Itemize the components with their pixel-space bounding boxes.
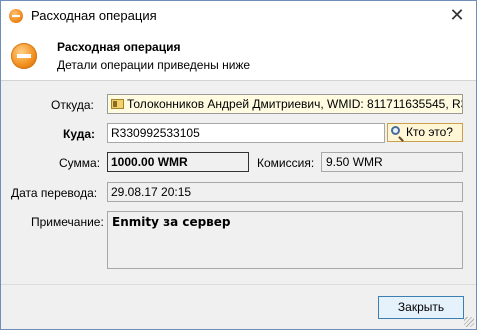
header-subtitle: Детали операции приведены ниже <box>57 58 251 72</box>
from-field[interactable]: Толоконников Андрей Дмитриевич, WMID: 81… <box>107 94 463 114</box>
date-label: Дата перевода: <box>11 186 98 200</box>
date-value: 29.08.17 20:15 <box>111 185 192 199</box>
dialog-window: Расходная операция ✕ Расходная операция … <box>0 0 477 330</box>
who-is-this-label: Кто это? <box>406 125 453 139</box>
title-bar: Расходная операция ✕ <box>1 1 476 30</box>
amount-value: 1000.00 WMR <box>111 155 188 169</box>
note-value: Enmity за сервер <box>112 215 231 229</box>
resize-grip-icon[interactable] <box>464 317 474 327</box>
close-icon[interactable]: ✕ <box>446 4 468 26</box>
note-field: Enmity за сервер <box>107 211 463 269</box>
magnifier-icon <box>391 126 400 135</box>
from-label: Откуда: <box>51 98 94 112</box>
fee-field: 9.50 WMR <box>321 152 463 172</box>
amount-field: 1000.00 WMR <box>107 152 249 172</box>
from-value: Толоконников Андрей Дмитриевич, WMID: 81… <box>127 97 463 111</box>
minus-circle-icon <box>11 43 37 69</box>
fee-value: 9.50 WMR <box>326 155 383 169</box>
to-value: R330992533105 <box>111 126 200 140</box>
who-is-this-button[interactable]: Кто это? <box>387 123 463 142</box>
header-title: Расходная операция <box>57 40 181 54</box>
operation-icon <box>9 9 23 23</box>
to-label: Куда: <box>63 127 95 141</box>
close-button[interactable]: Закрыть <box>378 296 464 319</box>
window-title: Расходная операция <box>31 8 157 23</box>
wallet-card-icon <box>111 99 124 109</box>
note-label: Примечание: <box>31 215 104 229</box>
to-field[interactable]: R330992533105 <box>107 123 385 143</box>
dialog-header: Расходная операция Детали операции приве… <box>1 30 476 81</box>
date-field: 29.08.17 20:15 <box>107 182 463 202</box>
fee-label: Комиссия: <box>257 156 315 170</box>
amount-label: Сумма: <box>59 156 101 170</box>
